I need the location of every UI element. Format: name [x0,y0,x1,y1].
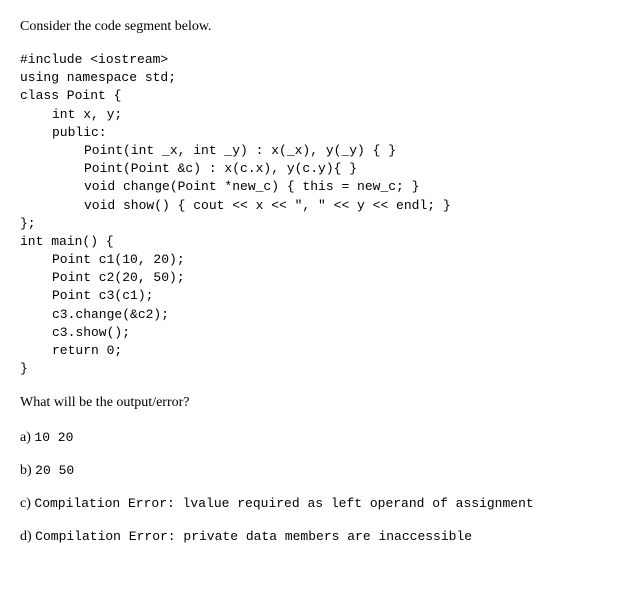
option-label: c) [20,496,34,511]
option-a: a) 10 20 [20,427,598,448]
option-d: d) Compilation Error: private data membe… [20,526,598,547]
question-prompt: What will be the output/error? [20,392,598,413]
option-label: b) [20,463,35,478]
code-line: int main() { [20,233,598,251]
code-line: int x, y; [20,106,598,124]
option-prefix: Compilation Error: [34,496,182,511]
option-label: d) [20,529,35,544]
code-line: public: [20,124,598,142]
code-line: void show() { cout << x << ", " << y << … [20,197,598,215]
code-line: #include <iostream> [20,51,598,69]
options-list: a) 10 20 b) 20 50 c) Compilation Error: lv… [20,427,598,547]
question-intro: Consider the code segment below. [20,16,598,37]
option-suffix: private data members are inaccessible [183,529,472,544]
code-line: c3.show(); [20,324,598,342]
option-b: b) 20 50 [20,460,598,481]
code-line: }; [20,215,598,233]
code-line: Point c2(20, 50); [20,269,598,287]
code-line: Point c3(c1); [20,287,598,305]
option-text: 10 20 [34,430,73,445]
code-line: Point(int _x, int _y) : x(_x), y(_y) { } [20,142,598,160]
code-line: class Point { [20,87,598,105]
option-prefix: Compilation Error: [35,529,183,544]
option-c: c) Compilation Error: lvalue required as… [20,493,598,514]
code-block: #include <iostream>using namespace std;c… [20,51,598,378]
code-line: return 0; [20,342,598,360]
option-suffix: lvalue required as left operand of assig… [183,496,534,511]
code-line: Point c1(10, 20); [20,251,598,269]
option-text: 20 50 [35,463,74,478]
code-line: using namespace std; [20,69,598,87]
code-line: Point(Point &c) : x(c.x), y(c.y){ } [20,160,598,178]
code-line: } [20,360,598,378]
code-line: c3.change(&c2); [20,306,598,324]
option-label: a) [20,430,34,445]
code-line: void change(Point *new_c) { this = new_c… [20,178,598,196]
